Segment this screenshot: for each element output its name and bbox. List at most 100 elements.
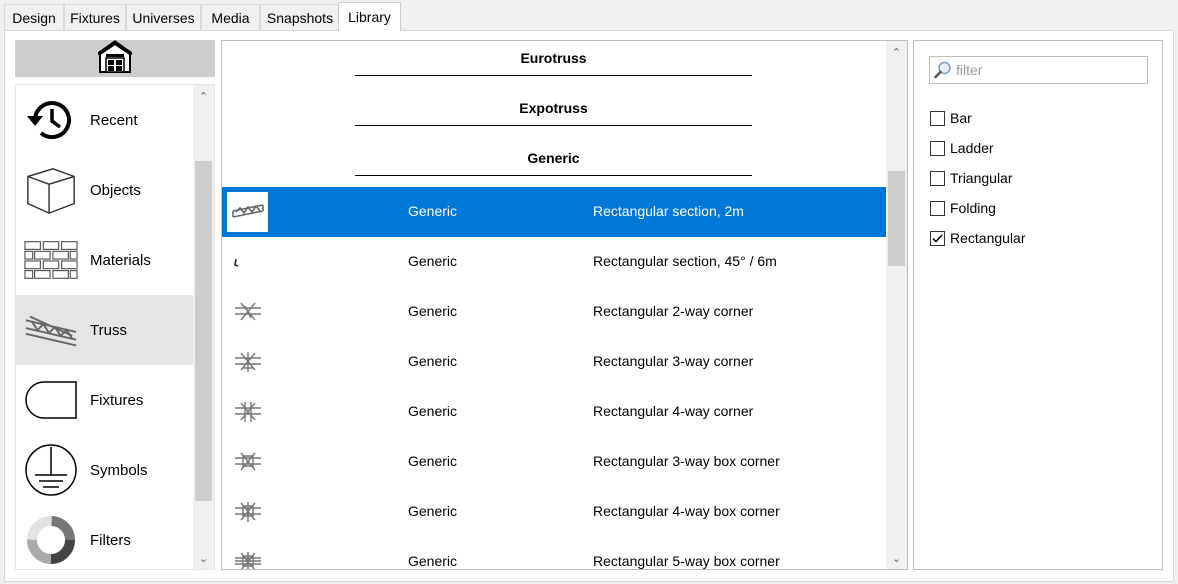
category-label: Symbols — [90, 461, 148, 479]
tab-label: Fixtures — [70, 9, 120, 26]
category-label: Recent — [90, 111, 138, 129]
filter-search-box[interactable] — [929, 56, 1148, 84]
list-item[interactable]: Generic Rectangular 4-way corner — [222, 387, 886, 437]
scroll-down-arrow-icon[interactable]: ⌄ — [886, 549, 907, 567]
category-fixtures[interactable]: Fixtures — [16, 365, 194, 435]
category-label: Fixtures — [90, 391, 144, 409]
tab-label: Snapshots — [266, 9, 334, 26]
truss-item-list: Eurotruss Expotruss Generic Generic Rect… — [221, 40, 908, 570]
tab-label: Design — [12, 9, 56, 26]
filter-option-rectangular[interactable]: Rectangular — [930, 228, 1026, 248]
box-corner-5way-thumbnail — [227, 542, 268, 569]
tab-snapshots[interactable]: Snapshots — [260, 4, 340, 30]
list-item[interactable]: Generic Rectangular 3-way corner — [222, 337, 886, 387]
tab-design[interactable]: Design — [4, 4, 64, 30]
category-recent[interactable]: Recent — [16, 85, 194, 155]
group-label: Eurotruss — [520, 50, 587, 66]
category-label: Filters — [90, 531, 131, 549]
library-home-button[interactable] — [15, 40, 215, 77]
filter-option-folding[interactable]: Folding — [930, 198, 996, 218]
checkbox[interactable] — [930, 140, 945, 156]
list-item[interactable]: Generic Rectangular 4-way box corner — [222, 487, 886, 537]
category-list: Recent Objects Materials Truss Fixtures … — [15, 84, 215, 570]
tab-media[interactable]: Media — [201, 4, 260, 30]
scroll-down-arrow-icon[interactable]: ⌄ — [193, 549, 214, 567]
list-item[interactable]: Generic Rectangular section, 2m — [222, 187, 886, 237]
tab-fixtures[interactable]: Fixtures — [64, 4, 126, 30]
item-manufacturer: Generic — [408, 503, 458, 519]
item-description: Rectangular 3-way corner — [593, 353, 754, 369]
item-manufacturer: Generic — [408, 353, 458, 369]
cube-icon — [24, 163, 78, 217]
category-objects[interactable]: Objects — [16, 155, 194, 225]
brick-wall-icon — [24, 233, 78, 287]
truss-icon — [24, 303, 78, 357]
filter-option-label: Folding — [950, 200, 996, 216]
group-header-generic: Generic — [355, 141, 752, 176]
checkmark-icon — [932, 233, 943, 243]
list-item[interactable]: Generic Rectangular 2-way corner — [222, 287, 886, 337]
box-corner-3way-thumbnail — [227, 442, 268, 482]
item-manufacturer: Generic — [408, 253, 458, 269]
item-description: Rectangular 4-way box corner — [593, 503, 780, 519]
category-materials[interactable]: Materials — [16, 225, 194, 295]
item-description: Rectangular section, 2m — [593, 203, 744, 219]
checkbox[interactable] — [930, 230, 945, 246]
clock-history-icon — [24, 93, 78, 147]
list-item[interactable]: Generic Rectangular section, 45° / 6m — [222, 237, 886, 287]
filter-option-label: Ladder — [950, 140, 994, 156]
item-description: Rectangular section, 45° / 6m — [593, 253, 777, 269]
list-item[interactable]: Generic Rectangular 3-way box corner — [222, 437, 886, 487]
category-symbols[interactable]: Symbols — [16, 435, 194, 505]
category-label: Materials — [90, 251, 151, 269]
warehouse-icon — [97, 40, 133, 77]
filter-option-bar[interactable]: Bar — [930, 108, 972, 128]
scroll-up-arrow-icon[interactable]: ⌃ — [886, 43, 907, 61]
filter-option-label: Rectangular — [950, 230, 1026, 246]
group-label: Generic — [527, 150, 580, 166]
list-item[interactable]: Generic Rectangular 5-way box corner — [222, 537, 886, 569]
search-icon — [934, 61, 952, 82]
category-label: Truss — [90, 321, 127, 339]
item-list-scrollbar[interactable]: ⌃ ⌄ — [886, 41, 907, 569]
filter-option-triangular[interactable]: Triangular — [930, 168, 1013, 188]
truss-angle-thumbnail — [227, 242, 268, 282]
tab-library[interactable]: Library — [338, 2, 401, 31]
checkbox[interactable] — [930, 200, 945, 216]
item-manufacturer: Generic — [408, 403, 458, 419]
filter-option-ladder[interactable]: Ladder — [930, 138, 994, 158]
box-corner-4way-thumbnail — [227, 492, 268, 532]
item-description: Rectangular 4-way corner — [593, 403, 754, 419]
checkbox[interactable] — [930, 170, 945, 186]
tab-universes[interactable]: Universes — [126, 4, 201, 30]
scroll-thumb[interactable] — [888, 171, 905, 266]
tab-label: Universes — [132, 9, 195, 26]
tab-label: Media — [211, 9, 250, 26]
category-truss[interactable]: Truss — [16, 295, 194, 365]
group-header-eurotruss: Eurotruss — [355, 41, 752, 76]
category-label: Objects — [90, 181, 141, 199]
item-manufacturer: Generic — [408, 303, 458, 319]
scroll-up-arrow-icon[interactable]: ⌃ — [193, 87, 214, 105]
item-manufacturer: Generic — [408, 203, 458, 219]
filter-ring-icon — [24, 513, 78, 567]
filter-option-label: Triangular — [950, 170, 1013, 186]
filter-option-label: Bar — [950, 110, 972, 126]
filter-input[interactable] — [956, 60, 1144, 80]
ground-symbol-icon — [24, 443, 78, 497]
item-manufacturer: Generic — [408, 553, 458, 569]
tab-label: Library — [348, 9, 391, 25]
truss-section-thumbnail — [227, 192, 268, 232]
item-description: Rectangular 5-way box corner — [593, 553, 780, 569]
corner-3way-thumbnail — [227, 342, 268, 382]
category-scrollbar[interactable]: ⌃ ⌄ — [193, 85, 214, 569]
category-filters[interactable]: Filters — [16, 505, 194, 569]
checkbox[interactable] — [930, 110, 945, 126]
item-description: Rectangular 3-way box corner — [593, 453, 780, 469]
filter-panel: Bar Ladder Triangular Folding Rectangula… — [913, 40, 1163, 570]
item-manufacturer: Generic — [408, 453, 458, 469]
fixture-shape-icon — [24, 373, 78, 427]
tab-bar: Design Fixtures Universes Media Snapshot… — [0, 0, 1178, 31]
item-description: Rectangular 2-way corner — [593, 303, 754, 319]
scroll-thumb[interactable] — [195, 161, 212, 501]
